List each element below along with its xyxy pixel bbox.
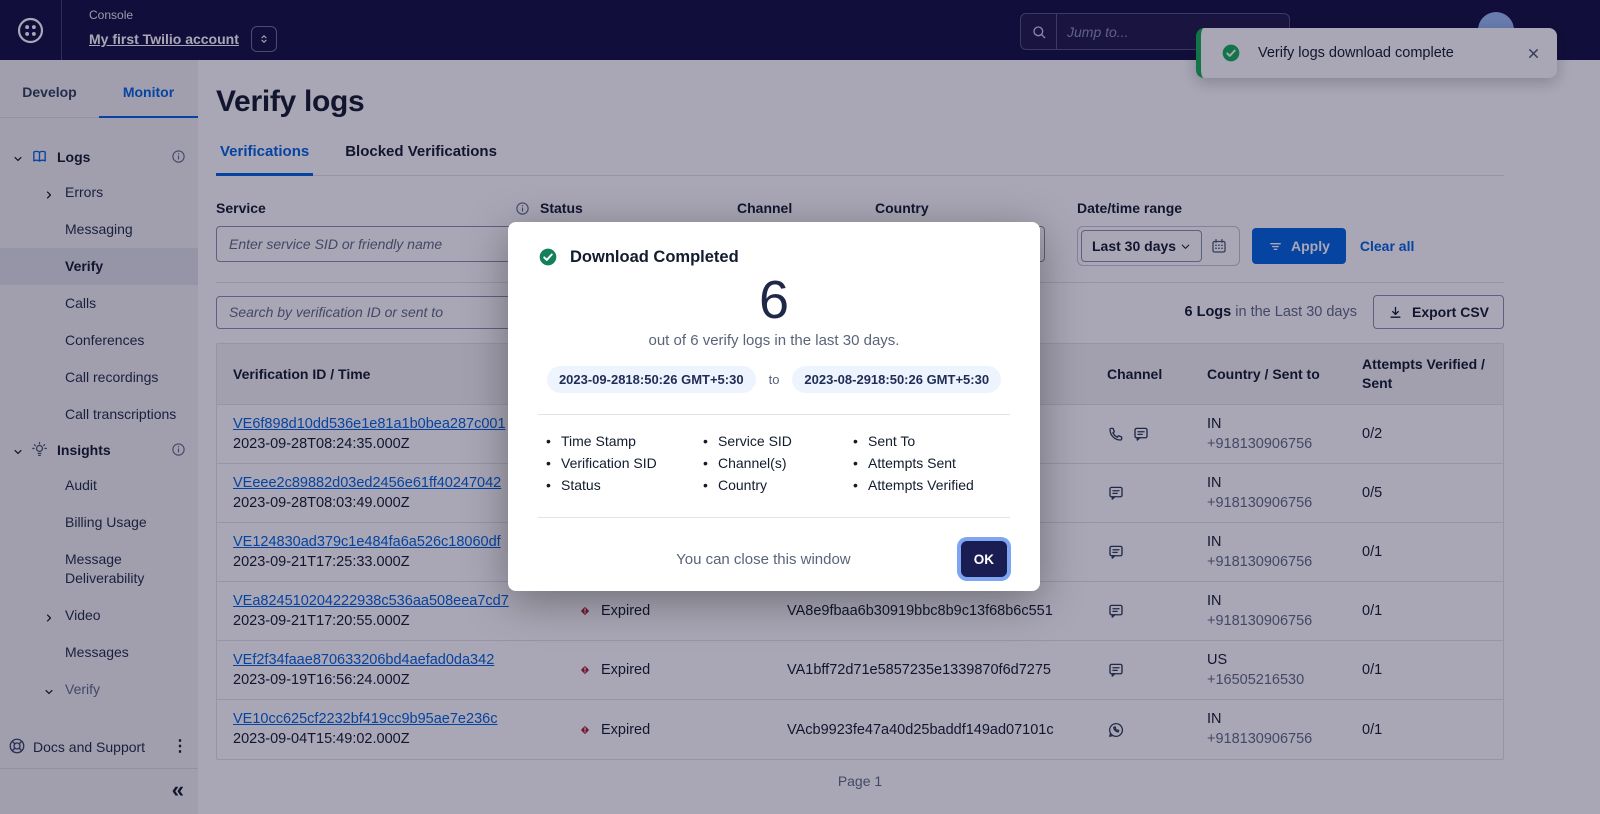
exported-fields-list: Time Stamp Verification SID Status Servi…	[538, 430, 1010, 496]
download-subtitle: out of 6 verify logs in the last 30 days…	[538, 332, 1010, 349]
field-item: Verification SID	[546, 452, 703, 474]
modal-title: Download Completed	[570, 248, 739, 267]
success-check-icon	[538, 247, 558, 267]
close-window-note: You can close this window	[676, 551, 851, 568]
field-item: Service SID	[703, 430, 853, 452]
to-label: to	[769, 372, 780, 387]
field-item: Status	[546, 474, 703, 496]
modal-divider	[538, 517, 1010, 518]
field-item: Attempts Sent	[853, 452, 1010, 474]
date-to-badge: 2023-08-2918:50:26 GMT+5:30	[792, 366, 1001, 393]
field-item: Time Stamp	[546, 430, 703, 452]
field-item: Country	[703, 474, 853, 496]
field-item: Attempts Verified	[853, 474, 1010, 496]
ok-button[interactable]: OK	[961, 541, 1007, 577]
date-from-badge: 2023-09-2818:50:26 GMT+5:30	[547, 366, 756, 393]
modal-divider	[538, 414, 1010, 415]
field-item: Channel(s)	[703, 452, 853, 474]
field-item: Sent To	[853, 430, 1010, 452]
download-completed-modal: Download Completed 6 out of 6 verify log…	[508, 222, 1040, 591]
download-count: 6	[538, 271, 1010, 329]
